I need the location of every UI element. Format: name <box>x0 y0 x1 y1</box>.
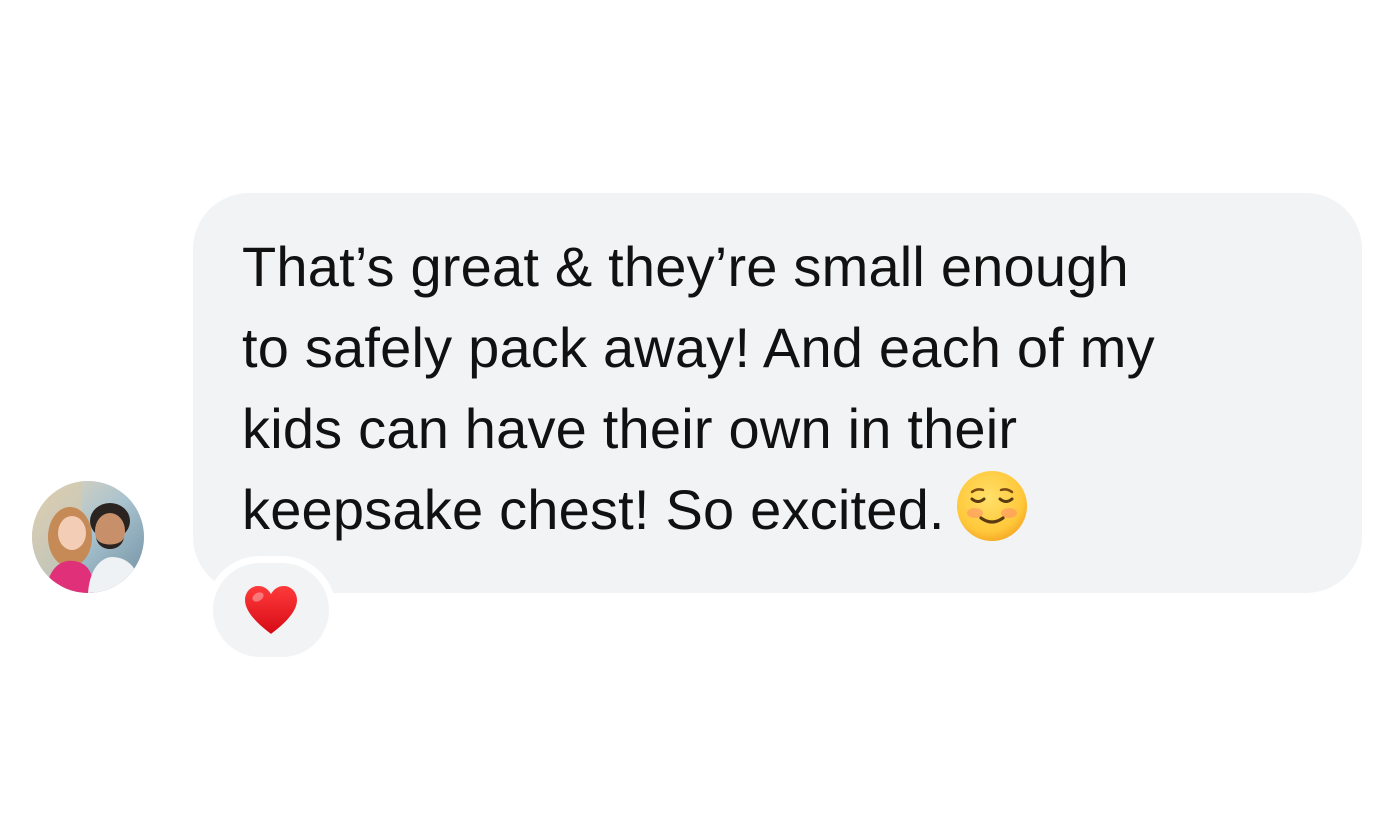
red-heart-icon <box>242 584 300 636</box>
message-thread: That’s great & they’re small enough to s… <box>0 0 1400 840</box>
message-text: That’s great & they’re small enough to s… <box>242 226 1322 550</box>
profile-photo-avatar <box>32 481 144 593</box>
message-line-last: keepsake chest! So excited. <box>242 469 1322 550</box>
message-bubble[interactable]: That’s great & they’re small enough to s… <box>193 193 1362 593</box>
sender-avatar[interactable] <box>32 481 144 593</box>
message-line: That’s great & they’re small enough <box>242 235 1129 298</box>
message-line: to safely pack away! And each of my <box>242 316 1155 379</box>
reaction-badge[interactable] <box>206 556 336 664</box>
message-line: kids can have their own in their <box>242 397 1018 460</box>
message-line-text: keepsake chest! So excited. <box>242 478 945 541</box>
relieved-smiling-face-icon <box>955 469 1029 543</box>
